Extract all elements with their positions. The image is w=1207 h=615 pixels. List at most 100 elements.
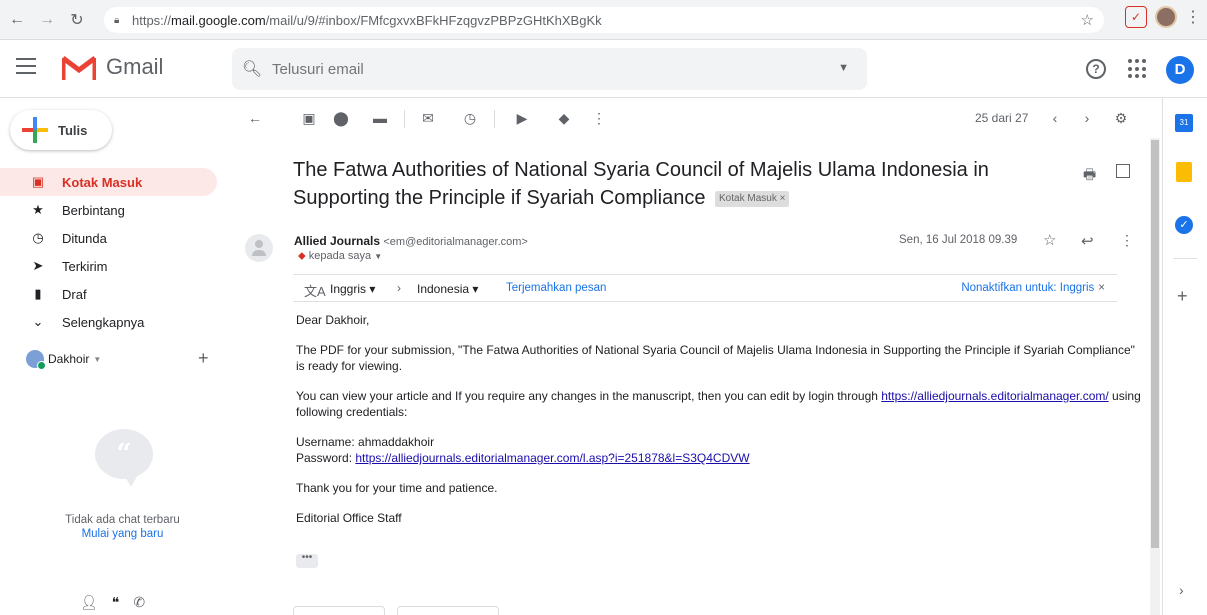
nav-label: Draf bbox=[62, 286, 87, 302]
email-subject: The Fatwa Authorities of National Syaria… bbox=[293, 156, 1068, 212]
nav-label: Selengkapnya bbox=[62, 314, 145, 330]
address-bar[interactable]: 🔒︎ https://mail.google.com/mail/u/9/#inb… bbox=[104, 7, 1104, 33]
contacts-icon[interactable]: 👤︎ bbox=[80, 594, 98, 611]
password-link[interactable]: https://alliedjournals.editorialmanager.… bbox=[355, 451, 749, 465]
hangouts-username: Dakhoir bbox=[48, 352, 90, 366]
toolbar-divider bbox=[494, 110, 495, 128]
subject-text: The Fatwa Authorities of National Syaria… bbox=[293, 159, 989, 209]
message-view: ← ▣ ⬤ ▬ ✉ ◷ ▶ ◆ ⋮ 25 dari 27 ‹ › ⚙ The F… bbox=[230, 98, 1150, 615]
bookmark-star-icon[interactable]: ☆ bbox=[1081, 11, 1094, 29]
gmail-header: Gmail 🔍︎ ▼ ? D bbox=[0, 40, 1207, 98]
close-icon[interactable]: × bbox=[1098, 282, 1105, 294]
archive-icon[interactable]: ▣ bbox=[301, 110, 317, 126]
nav-item-more[interactable]: ⌄ Selengkapnya bbox=[0, 308, 230, 336]
pocket-extension-icon[interactable]: ✓ bbox=[1125, 6, 1147, 28]
delete-icon[interactable]: ▬ bbox=[372, 110, 388, 126]
hangouts-avatar bbox=[26, 350, 46, 370]
hangouts-user[interactable]: Dakhoir ▼ + bbox=[26, 348, 216, 370]
scrollbar-thumb[interactable] bbox=[1151, 140, 1159, 548]
gmail-wordmark: Gmail bbox=[106, 54, 164, 79]
hangouts-icon[interactable]: ❝ bbox=[112, 594, 120, 611]
search-bar: 🔍︎ ▼ bbox=[232, 48, 867, 90]
label-icon[interactable]: ◆ bbox=[556, 110, 572, 126]
expand-panel-chevron-icon[interactable]: › bbox=[1179, 582, 1184, 598]
help-icon[interactable]: ? bbox=[1086, 59, 1106, 79]
source-language-select[interactable]: Inggris ▾ bbox=[330, 282, 375, 296]
compose-label: Tulis bbox=[58, 122, 88, 138]
older-chevron-icon[interactable]: › bbox=[1079, 110, 1095, 126]
disable-translate-link[interactable]: Nonaktifkan untuk: Inggris × bbox=[961, 282, 1105, 294]
editorial-manager-link[interactable]: https://alliedjournals.editorialmanager.… bbox=[881, 389, 1108, 403]
url-text: https://mail.google.com/mail/u/9/#inbox/… bbox=[132, 12, 602, 28]
show-trimmed-content-button[interactable]: ••• bbox=[296, 553, 318, 568]
inbox-icon: ▣ bbox=[31, 174, 45, 189]
browser-toolbar: ← → ↻ 🔒︎ https://mail.google.com/mail/u/… bbox=[0, 0, 1207, 40]
newer-chevron-icon[interactable]: ‹ bbox=[1047, 110, 1063, 126]
message-more-icon[interactable]: ⋮ bbox=[1120, 232, 1134, 249]
open-new-window-icon[interactable] bbox=[1116, 164, 1130, 178]
reload-icon[interactable]: ↻ bbox=[64, 7, 90, 33]
mark-unread-icon[interactable]: ✉ bbox=[420, 110, 436, 126]
translate-message-link[interactable]: Terjemahkan pesan bbox=[506, 282, 606, 294]
forward-arrow-icon[interactable]: → bbox=[34, 7, 60, 33]
message-date: Sen, 16 Jul 2018 09.39 bbox=[899, 234, 1018, 246]
target-language-select[interactable]: Indonesia ▾ bbox=[417, 282, 478, 296]
nav-item-inbox[interactable]: ▣ Kotak Masuk bbox=[0, 168, 217, 196]
gmail-logo[interactable]: Gmail bbox=[62, 54, 163, 80]
recipient-line[interactable]: ⬥ kepada saya ▼ bbox=[298, 250, 382, 263]
pager-count: 25 dari 27 bbox=[975, 111, 1029, 125]
back-arrow-icon[interactable]: ← bbox=[4, 7, 30, 33]
new-chat-plus-icon[interactable]: + bbox=[198, 348, 209, 369]
gmail-m-icon bbox=[62, 56, 96, 80]
thanks-line: Thank you for your time and patience. bbox=[296, 481, 498, 495]
report-spam-icon[interactable]: ⬤ bbox=[333, 110, 349, 126]
account-avatar[interactable]: D bbox=[1166, 56, 1194, 84]
username-line: Username: ahmaddakhoir bbox=[296, 435, 435, 449]
compose-plus-icon bbox=[18, 112, 54, 148]
status-caret-icon[interactable]: ▼ bbox=[93, 355, 101, 364]
browser-actions: ✓ ⋮ bbox=[1125, 6, 1201, 28]
sender-name[interactable]: Allied Journals bbox=[294, 234, 380, 248]
greeting: Dear Dakhoir, bbox=[296, 313, 370, 327]
search-input[interactable] bbox=[272, 60, 792, 78]
translate-icon: 文A bbox=[304, 284, 326, 299]
folder-list: ▣ Kotak Masuk ★ Berbintang ◷ Ditunda ➤ T… bbox=[0, 168, 230, 336]
nav-item-drafts[interactable]: ▮ Draf bbox=[0, 280, 230, 308]
settings-gear-icon[interactable]: ⚙ bbox=[1113, 110, 1129, 126]
no-recent-chat-text: Tidak ada chat terbaru bbox=[65, 514, 180, 526]
lock-icon: 🔒︎ bbox=[114, 14, 120, 26]
more-actions-icon[interactable]: ⋮ bbox=[591, 110, 607, 126]
browser-profile-avatar[interactable] bbox=[1155, 6, 1177, 28]
main-menu-icon[interactable] bbox=[16, 58, 36, 74]
left-navigation: Tulis ▣ Kotak Masuk ★ Berbintang ◷ Ditun… bbox=[0, 98, 230, 615]
reply-icon[interactable]: ↩ bbox=[1081, 232, 1094, 250]
toolbar-divider bbox=[404, 110, 405, 128]
nav-item-starred[interactable]: ★ Berbintang bbox=[0, 196, 230, 224]
compose-button[interactable]: Tulis bbox=[10, 110, 112, 150]
keep-icon[interactable] bbox=[1176, 162, 1192, 182]
star-message-icon[interactable]: ☆ bbox=[1043, 231, 1056, 249]
translate-arrow-icon: › bbox=[397, 281, 401, 295]
reply-button[interactable] bbox=[293, 606, 385, 615]
start-new-chat-link[interactable]: Mulai yang baru bbox=[0, 528, 245, 540]
back-to-inbox-icon[interactable]: ← bbox=[247, 110, 263, 126]
forward-button[interactable] bbox=[397, 606, 499, 615]
nav-item-snoozed[interactable]: ◷ Ditunda bbox=[0, 224, 230, 252]
snooze-icon[interactable]: ◷ bbox=[462, 110, 478, 126]
phone-icon[interactable]: ✆ bbox=[133, 594, 145, 611]
print-icon[interactable]: 🖶︎ bbox=[1083, 164, 1099, 182]
sender-line: Allied Journals <em@editorialmanager.com… bbox=[294, 234, 528, 248]
search-options-caret-icon[interactable]: ▼ bbox=[838, 62, 849, 74]
message-toolbar: ← ▣ ⬤ ▬ ✉ ◷ ▶ ◆ ⋮ 25 dari 27 ‹ › ⚙ bbox=[230, 98, 1150, 138]
calendar-icon[interactable]: 31 bbox=[1175, 114, 1193, 132]
move-to-icon[interactable]: ▶ bbox=[514, 110, 530, 126]
tasks-icon[interactable]: ✓ bbox=[1175, 216, 1193, 234]
important-marker-icon[interactable]: ⬥ bbox=[298, 250, 306, 262]
apps-grid-icon[interactable] bbox=[1128, 59, 1148, 79]
get-addons-plus-icon[interactable]: + bbox=[1177, 286, 1188, 307]
inbox-label-chip[interactable]: Kotak Masuk × bbox=[715, 191, 790, 207]
browser-menu-icon[interactable]: ⋮ bbox=[1185, 7, 1201, 27]
nav-item-sent[interactable]: ➤ Terkirim bbox=[0, 252, 230, 280]
search-icon[interactable]: 🔍︎ bbox=[232, 59, 272, 79]
recipient-details-caret-icon[interactable]: ▼ bbox=[374, 252, 382, 261]
